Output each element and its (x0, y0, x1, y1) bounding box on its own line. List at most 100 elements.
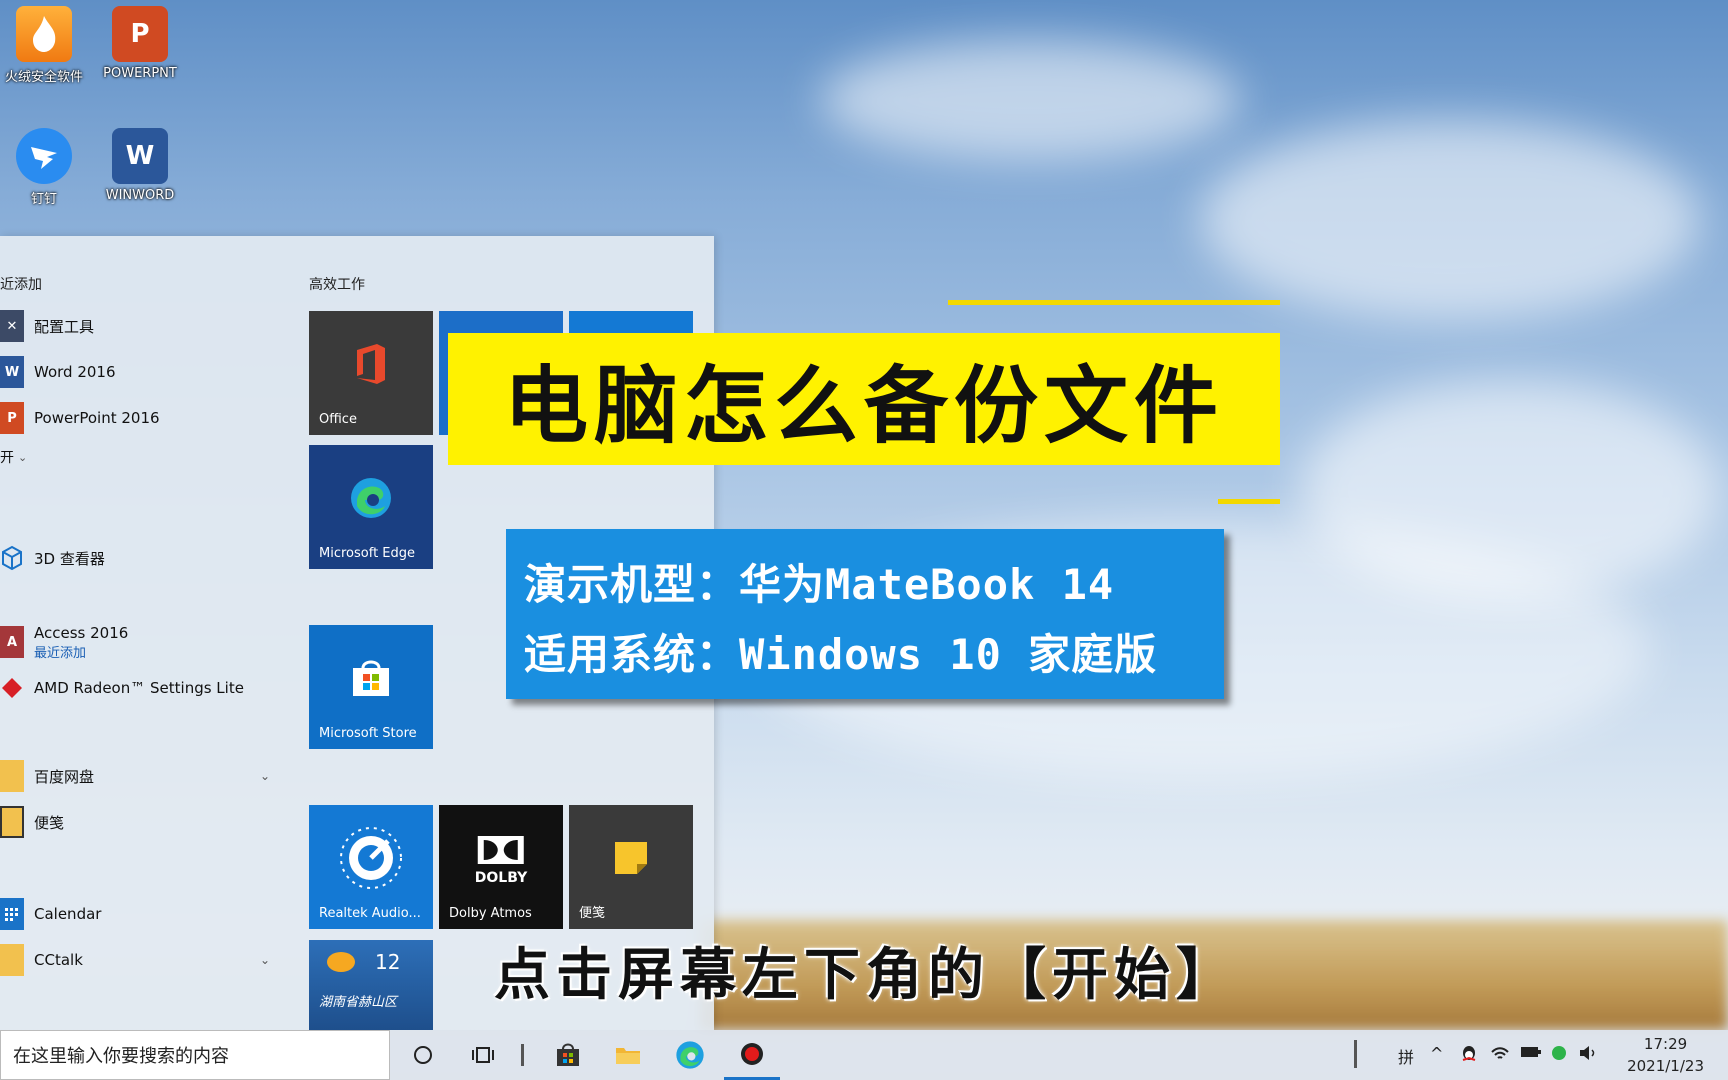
record-icon (741, 1042, 763, 1065)
taskbar-explorer-button[interactable] (600, 1030, 656, 1080)
app-item-baidu-netdisk[interactable]: 百度网盘 ⌄ (0, 756, 290, 796)
folder-icon (616, 1048, 640, 1064)
clock-date: 2021/1/23 (1627, 1057, 1704, 1075)
search-placeholder: 在这里输入你要搜索的内容 (13, 1046, 229, 1067)
powerpoint-icon: P (0, 402, 24, 434)
wallpaper-cloud (1300, 380, 1720, 600)
app-item-config-tool[interactable]: ✕ 配置工具 (0, 306, 290, 346)
app-item-label: AMD Radeon™ Settings Lite (34, 679, 244, 697)
app-item-sticky-notes[interactable]: 便笺 (0, 802, 290, 842)
task-view-icon (472, 1047, 494, 1063)
desktop-icon-huorong[interactable]: 火绒安全软件 (0, 6, 92, 85)
subtitle-caption: 点击屏幕左下角的【开始】 (494, 943, 1238, 1008)
tile-weather[interactable]: 12 湖南省赫山区 (309, 940, 433, 1030)
chevron-down-icon: ⌄ (18, 450, 28, 464)
app-item-powerpoint-2016[interactable]: P PowerPoint 2016 (0, 398, 290, 438)
cortana-button[interactable] (395, 1030, 451, 1080)
app-item-label: Word 2016 (34, 363, 116, 381)
decor-line (948, 300, 1280, 305)
taskbar-edge-button[interactable] (662, 1030, 718, 1080)
title-banner: 电脑怎么备份文件 (448, 333, 1280, 465)
tile-label: Dolby Atmos (449, 906, 532, 921)
desktop-icon-label: 钉钉 (30, 192, 57, 207)
taskbar-separator (512, 1030, 532, 1080)
clock[interactable]: 17:29 2021/1/23 (1627, 1033, 1704, 1077)
edge-icon (349, 476, 393, 524)
app-item-3d-viewer[interactable]: 3D 查看器 (0, 538, 290, 578)
tile-label: Office (319, 412, 357, 427)
tile-office[interactable]: Office (309, 311, 433, 435)
sticky-notes-icon (0, 806, 24, 838)
security-icon[interactable] (1550, 1044, 1568, 1066)
app-item-word-2016[interactable]: W Word 2016 (0, 352, 290, 392)
taskbar-store-button[interactable] (540, 1030, 596, 1080)
tile-dolby-atmos[interactable]: DOLBY Dolby Atmos (439, 805, 563, 929)
taskbar-recorder-button[interactable] (724, 1030, 780, 1080)
powerpoint-icon: P (112, 6, 168, 62)
tile-label: Microsoft Edge (319, 546, 416, 561)
app-item-amd-radeon[interactable]: AMD Radeon™ Settings Lite (0, 668, 290, 708)
tiles-header: 高效工作 (309, 277, 365, 293)
tile-label: 便笺 (579, 906, 606, 921)
app-item-label: PowerPoint 2016 (34, 409, 160, 427)
realtek-audio-icon (336, 823, 406, 897)
folder-icon (0, 944, 24, 976)
flame-shield-icon (16, 6, 72, 62)
desktop-icon-label: WINWORD (105, 188, 175, 203)
app-item-cctalk[interactable]: CCtalk ⌄ (0, 940, 290, 980)
calendar-icon (0, 898, 24, 930)
weather-icon (327, 952, 355, 972)
access-icon: A (0, 626, 24, 658)
search-input[interactable]: 在这里输入你要搜索的内容 (0, 1030, 390, 1080)
store-icon (349, 658, 393, 702)
device-info-box: 演示机型：华为MateBook 14 适用系统：Windows 10 家庭版 (506, 529, 1224, 699)
word-icon: W (0, 356, 24, 388)
wallpaper-cloud (1200, 120, 1700, 320)
chevron-up-icon[interactable]: ^ (1430, 1044, 1443, 1063)
app-item-label: 3D 查看器 (34, 549, 105, 568)
wallpaper-cloud (820, 40, 1240, 160)
tile-microsoft-store[interactable]: Microsoft Store (309, 625, 433, 749)
device-line: 演示机型：华为MateBook 14 (524, 560, 1115, 609)
app-item-calendar[interactable]: Calendar (0, 894, 290, 934)
wifi-icon[interactable] (1490, 1044, 1510, 1066)
tile-sticky-notes[interactable]: 便笺 (569, 805, 693, 929)
cortana-icon (414, 1046, 432, 1064)
tile-realtek-audio[interactable]: Realtek Audio... (309, 805, 433, 929)
sticky-notes-icon (611, 838, 651, 882)
system-line: 适用系统：Windows 10 家庭版 (524, 630, 1158, 679)
app-item-label: 便笺 (34, 813, 65, 832)
word-icon: W (112, 128, 168, 184)
app-item-label: 配置工具 (34, 317, 95, 336)
desktop: 火绒安全软件 P POWERPNT 钉钉 W WINWORD 近添加 ✕ 配置工… (0, 0, 1728, 1080)
expand-toggle[interactable]: 开 ⌄ (0, 444, 60, 470)
chevron-down-icon[interactable]: ⌄ (260, 953, 270, 967)
app-item-label: Access 2016 (34, 623, 129, 642)
taskbar: 在这里输入你要搜索的内容 拼 ^ 17:29 2021/1/23 (0, 1030, 1728, 1080)
recent-header: 近添加 (0, 277, 42, 293)
folder-icon (0, 760, 24, 792)
tile-label: Microsoft Store (319, 726, 417, 741)
desktop-icon-winword[interactable]: W WINWORD (92, 128, 188, 203)
weather-temp: 12 (375, 950, 401, 974)
desktop-icon-powerpnt[interactable]: P POWERPNT (92, 6, 188, 81)
tile-microsoft-edge[interactable]: Microsoft Edge (309, 445, 433, 569)
app-item-label: CCtalk (34, 951, 83, 969)
task-view-button[interactable] (455, 1030, 511, 1080)
ime-indicator[interactable]: 拼 (1398, 1044, 1414, 1068)
app-item-access-2016[interactable]: A Access 2016 最近添加 (0, 620, 290, 664)
desktop-icon-label: 火绒安全软件 (4, 70, 83, 85)
qq-icon[interactable] (1460, 1044, 1478, 1068)
expand-label: 开 (0, 450, 14, 466)
chevron-down-icon[interactable]: ⌄ (260, 769, 270, 783)
app-item-sublabel: 最近添加 (34, 645, 87, 661)
app-item-label: Calendar (34, 905, 102, 923)
battery-icon[interactable] (1520, 1044, 1542, 1063)
desktop-icon-dingtalk[interactable]: 钉钉 (0, 128, 92, 207)
decor-line (1218, 499, 1280, 504)
amd-icon (0, 672, 24, 704)
office-icon (351, 342, 391, 390)
volume-icon[interactable] (1578, 1044, 1598, 1066)
tile-label: Realtek Audio... (319, 906, 421, 921)
tile-label: 湖南省赫山区 (319, 995, 398, 1010)
